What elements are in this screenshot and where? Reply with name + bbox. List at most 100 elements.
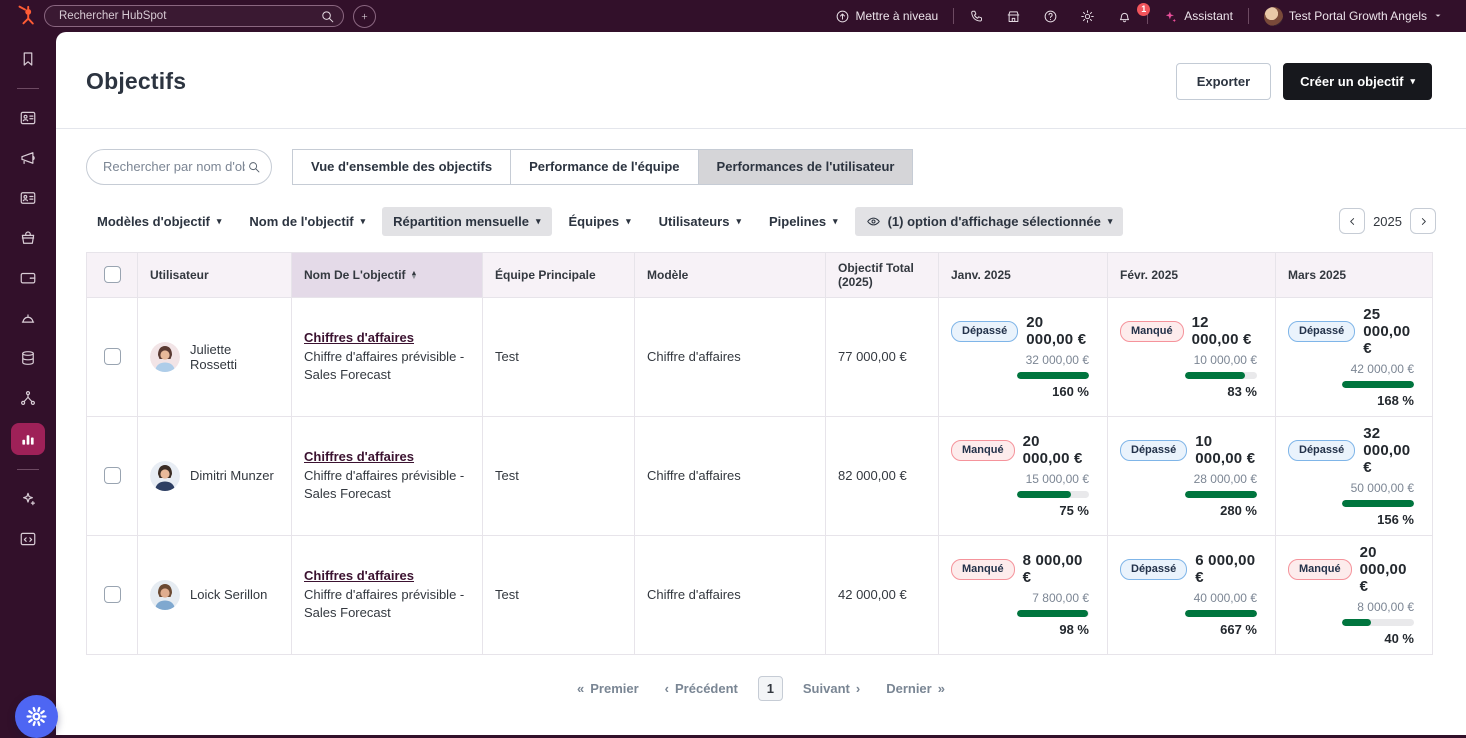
sidebar-item-workflow[interactable] bbox=[11, 383, 45, 413]
goal-search[interactable] bbox=[86, 149, 272, 185]
month-actual-amount: 15 000,00 € bbox=[1026, 472, 1089, 486]
status-badge: Dépassé bbox=[1120, 440, 1187, 461]
progress-bar bbox=[1017, 491, 1089, 498]
year-pager: 2025 bbox=[1339, 208, 1436, 234]
goal-search-input[interactable] bbox=[101, 158, 247, 175]
tab-user-performance[interactable]: Performances de l'utilisateur bbox=[698, 149, 914, 185]
filter-display-options[interactable]: (1) option d'affichage sélectionnée▾ bbox=[855, 207, 1124, 236]
month-cell: Manqué 8 000,00 € 7 800,00 € 98 % bbox=[939, 535, 1108, 654]
pagination-current-page[interactable]: 1 bbox=[758, 676, 783, 701]
status-badge: Dépassé bbox=[1120, 559, 1187, 580]
global-search-input[interactable] bbox=[57, 9, 320, 23]
account-menu[interactable]: Test Portal Growth Angels bbox=[1253, 7, 1454, 26]
pagination-next[interactable]: Suivant› bbox=[795, 681, 868, 696]
create-goal-button[interactable]: Créer un objectif ▾ bbox=[1283, 63, 1432, 100]
commerce-icon bbox=[19, 229, 37, 247]
marketplace-button[interactable] bbox=[995, 9, 1032, 24]
sidebar-item-contacts[interactable] bbox=[11, 103, 45, 133]
filter-r-partition-mensuelle[interactable]: Répartition mensuelle▾ bbox=[382, 207, 551, 236]
column-header-primary-team[interactable]: Équipe Principale bbox=[483, 252, 635, 297]
tab-team-performance[interactable]: Performance de l'équipe bbox=[510, 149, 698, 185]
pagination-first[interactable]: «Premier bbox=[569, 681, 647, 696]
notifications-button[interactable]: 1 bbox=[1106, 9, 1143, 24]
goal-link[interactable]: Chiffres d'affaires bbox=[304, 449, 414, 464]
column-header-jan[interactable]: Janv. 2025 bbox=[939, 252, 1108, 297]
sidebar-item-bar-chart[interactable] bbox=[11, 423, 45, 455]
hubspot-logo[interactable] bbox=[14, 5, 36, 27]
create-goal-label: Créer un objectif bbox=[1300, 74, 1403, 89]
export-button[interactable]: Exporter bbox=[1176, 63, 1271, 100]
row-checkbox[interactable] bbox=[104, 586, 121, 603]
row-checkbox[interactable] bbox=[104, 467, 121, 484]
goal-link[interactable]: Chiffres d'affaires bbox=[304, 330, 414, 345]
breeze-assistant-fab[interactable] bbox=[15, 695, 58, 738]
filter-mod-les-d-objectif[interactable]: Modèles d'objectif▾ bbox=[86, 207, 232, 236]
global-search[interactable] bbox=[44, 5, 344, 27]
goal-subtitle: Chiffre d'affaires prévisible - Sales Fo… bbox=[304, 586, 470, 621]
progress-bar bbox=[1342, 381, 1414, 388]
pagination-prev[interactable]: ‹Précédent bbox=[657, 681, 746, 696]
sidebar-item-service-bell[interactable] bbox=[11, 303, 45, 333]
column-header-feb[interactable]: Févr. 2025 bbox=[1108, 252, 1276, 297]
assistant-button[interactable]: Assistant bbox=[1152, 9, 1244, 24]
help-button[interactable] bbox=[1032, 9, 1069, 24]
filter-pipelines[interactable]: Pipelines▾ bbox=[758, 207, 849, 236]
team-cell: Test bbox=[483, 535, 635, 654]
month-target-amount: 8 000,00 € bbox=[1023, 552, 1089, 586]
select-all-checkbox[interactable] bbox=[104, 266, 121, 283]
upgrade-button[interactable]: Mettre à niveau bbox=[824, 9, 950, 24]
next-year-button[interactable] bbox=[1410, 208, 1436, 234]
sidebar-item-database[interactable] bbox=[11, 343, 45, 373]
search-icon bbox=[247, 160, 261, 174]
sidebar-item-code-window[interactable] bbox=[11, 524, 45, 554]
month-actual-amount: 50 000,00 € bbox=[1351, 481, 1414, 495]
goal-cell: Chiffres d'affaires Chiffre d'affaires p… bbox=[292, 535, 483, 654]
sidebar-item-megaphone[interactable] bbox=[11, 143, 45, 173]
goal-link[interactable]: Chiffres d'affaires bbox=[304, 568, 414, 583]
calling-button[interactable] bbox=[958, 9, 995, 24]
filter-utilisateurs[interactable]: Utilisateurs▾ bbox=[648, 207, 752, 236]
progress-bar bbox=[1017, 372, 1089, 379]
previous-year-button[interactable] bbox=[1339, 208, 1365, 234]
search-icon bbox=[320, 9, 335, 24]
sidebar-item-content-card[interactable] bbox=[11, 183, 45, 213]
sidebar-item-wallet[interactable] bbox=[11, 263, 45, 293]
column-header-template[interactable]: Modèle bbox=[635, 252, 826, 297]
settings-button[interactable] bbox=[1069, 9, 1106, 24]
user-avatar bbox=[150, 580, 180, 610]
month-target-amount: 25 000,00 € bbox=[1363, 306, 1414, 357]
user-avatar bbox=[150, 461, 180, 491]
month-target-amount: 12 000,00 € bbox=[1192, 314, 1257, 348]
column-header-mar[interactable]: Mars 2025 bbox=[1276, 252, 1433, 297]
filter-label: Pipelines bbox=[769, 214, 826, 229]
table-row: Juliette Rossetti Chiffres d'affaires Ch… bbox=[87, 297, 1433, 416]
month-target-amount: 20 000,00 € bbox=[1023, 433, 1089, 467]
quick-create-button[interactable] bbox=[353, 5, 376, 28]
column-header-total[interactable]: Objectif Total (2025) bbox=[826, 252, 939, 297]
sidebar-item-sparkle[interactable] bbox=[11, 484, 45, 514]
sidebar-item-commerce[interactable] bbox=[11, 223, 45, 253]
column-header-goal-name[interactable]: Nom De L'objectif▲▼ bbox=[292, 252, 483, 297]
chevron-down-icon: ▾ bbox=[1410, 77, 1415, 86]
sparkle-icon bbox=[1163, 9, 1178, 24]
pagination-last[interactable]: Dernier» bbox=[878, 681, 953, 696]
notification-badge: 1 bbox=[1137, 3, 1150, 16]
goal-subtitle: Chiffre d'affaires prévisible - Sales Fo… bbox=[304, 467, 470, 502]
bell-icon bbox=[1117, 9, 1132, 24]
chevron-down-icon: ▾ bbox=[361, 217, 366, 226]
row-checkbox[interactable] bbox=[104, 348, 121, 365]
database-icon bbox=[19, 349, 37, 367]
contacts-icon bbox=[19, 109, 37, 127]
column-header-user[interactable]: Utilisateur bbox=[138, 252, 292, 297]
chevron-down-icon: ▾ bbox=[217, 217, 222, 226]
account-avatar bbox=[1264, 7, 1283, 26]
table-row: Dimitri Munzer Chiffres d'affaires Chiff… bbox=[87, 416, 1433, 535]
sidebar-item-bookmark[interactable] bbox=[11, 44, 45, 74]
filter--quipes[interactable]: Équipes▾ bbox=[558, 207, 642, 236]
chevron-down-icon: ▾ bbox=[1108, 217, 1113, 226]
tab-goals-overview[interactable]: Vue d'ensemble des objectifs bbox=[292, 149, 511, 185]
month-percent: 168 % bbox=[1377, 393, 1414, 408]
template-cell: Chiffre d'affaires bbox=[635, 416, 826, 535]
month-target-amount: 32 000,00 € bbox=[1363, 425, 1414, 476]
filter-nom-de-l-objectif[interactable]: Nom de l'objectif▾ bbox=[238, 207, 376, 236]
